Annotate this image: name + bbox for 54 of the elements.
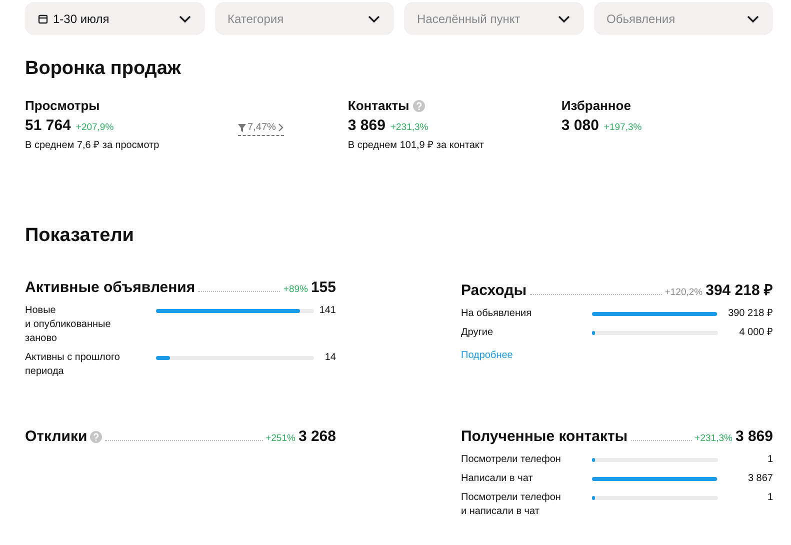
stage-title: Избранное [561,98,631,113]
row-label: Посмотрели телефон [461,453,562,467]
change-percent: +231,3% [694,433,732,444]
metric-title: Отклики [25,428,88,445]
change-percent: +251% [266,433,296,444]
stage-title: Просмотры [25,98,100,113]
filter-dropdown[interactable]: Обьявления [594,2,773,35]
chevron-down-icon [558,14,570,22]
change-percent: +120,2% [664,287,703,298]
row-label: Новые и опубликованные заново [25,304,112,346]
row-value: 1 [766,453,773,467]
metric-title: Расходы [461,282,527,299]
chevron-down-icon [747,14,759,22]
stage-note: В среднем 7,6 ₽ за просмотр [25,139,160,151]
calendar-icon [38,14,48,24]
change-percent: +207,9% [76,122,114,133]
row-label: Написали в чат [461,472,534,486]
section-title: Воронка продаж [25,57,182,81]
help-icon[interactable] [90,430,102,442]
change-percent: +197,3% [604,122,642,133]
filter-dropdown[interactable]: 1-30 июля [25,2,204,35]
stage-value: 51 764 [25,117,71,134]
chevron-down-icon [178,14,190,22]
row-label: На обьявления [461,307,532,321]
row-value: 4 000 ₽ [738,326,773,340]
stage-note: В среднем 101,9 ₽ за контакт [348,139,486,151]
chevron-right-icon [278,123,284,132]
filter-icon [238,124,246,132]
section-title: Показатели [25,224,135,248]
filter-dropdown[interactable]: Категория [214,2,394,35]
metric-total: 3 268 [298,428,336,445]
chevron-down-icon [368,14,380,22]
metric-title: Активные объявления [25,279,196,296]
metric-total: 155 [310,279,336,296]
conversion-link[interactable]: 7,47% [238,122,284,136]
stage-title: Контакты [348,98,410,113]
row-value: 390 218 ₽ [727,307,773,321]
row-value: 1 [766,491,773,505]
change-percent: +231,3% [390,122,428,133]
row-value: 3 867 [746,472,773,486]
details-link[interactable]: Подробнее [461,350,513,361]
stage-value: 3 869 [348,117,386,134]
row-label: Посмотрели телефон и написали в чат [461,491,562,519]
row-label: Другие [461,326,494,340]
stage-value: 3 080 [561,117,599,134]
filter-dropdown[interactable]: Населённый пункт [404,2,584,35]
metric-total: 3 869 [735,428,773,445]
row-value: 14 [324,351,336,365]
row-label: Активны с прошлого периода [25,351,121,379]
change-percent: +89% [283,284,308,295]
metric-total: 394 218 ₽ [706,281,773,299]
metric-title: Полученные контакты [461,428,628,445]
row-value: 141 [318,304,336,318]
help-icon[interactable] [413,100,426,112]
